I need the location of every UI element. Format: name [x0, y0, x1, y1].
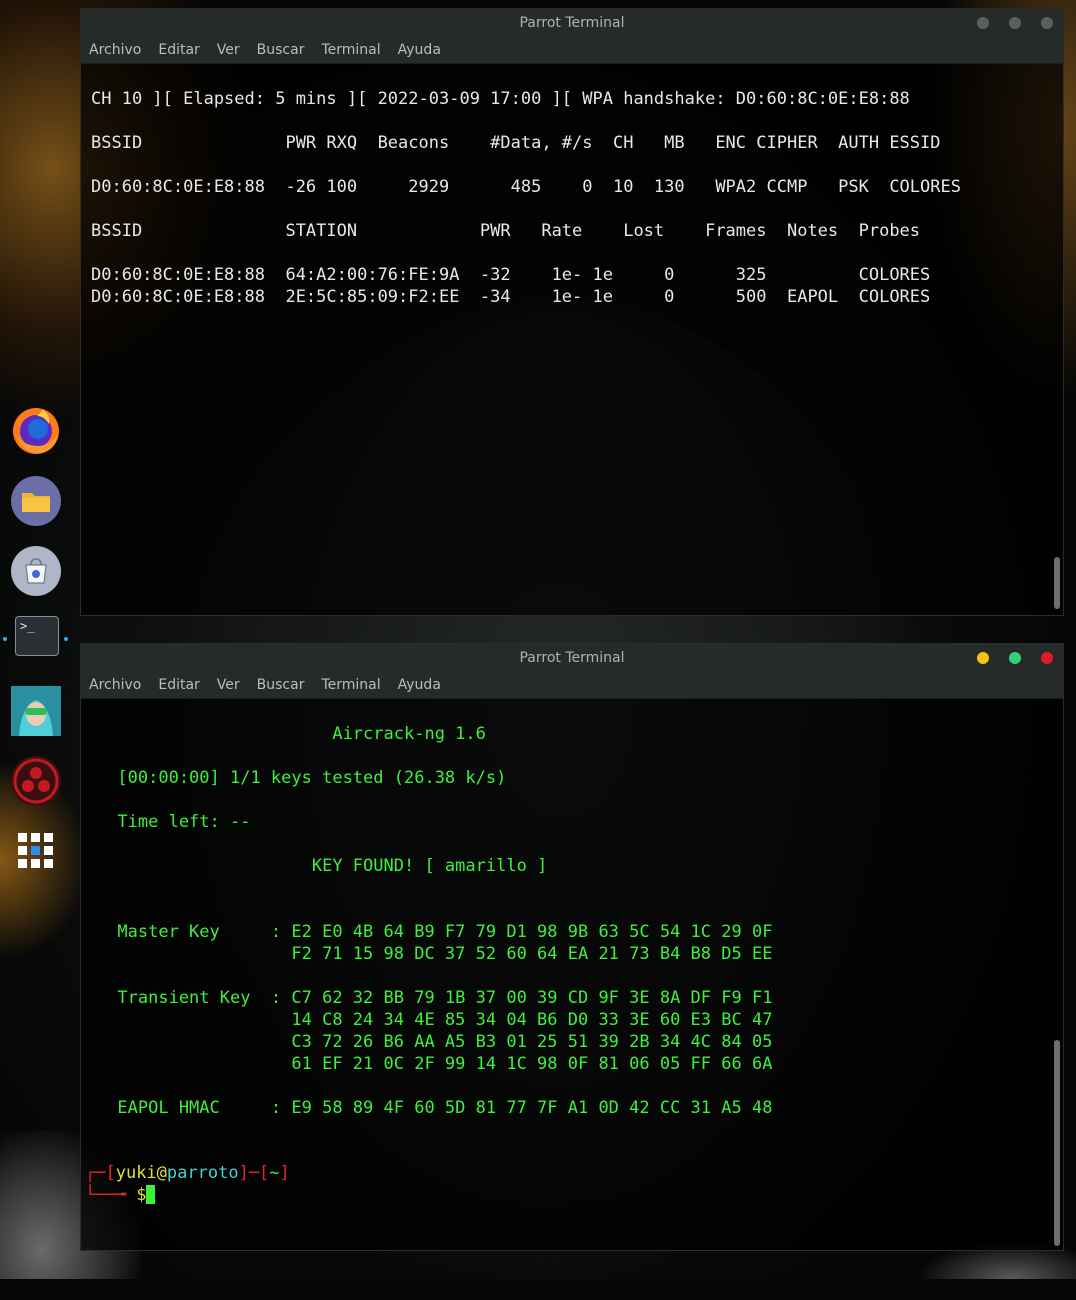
output-line: CH 10 ][ Elapsed: 5 mins ][ 2022-03-09 1… — [91, 89, 910, 109]
prompt-dir: ~ — [269, 1163, 280, 1183]
terminal-window-top[interactable]: Parrot Terminal Archivo Editar Ver Busca… — [80, 8, 1064, 616]
scrollbar[interactable] — [1054, 1040, 1060, 1246]
output-line: Time left: -- — [56, 812, 251, 832]
prompt-sep: ]─[ — [238, 1163, 270, 1183]
menu-buscar[interactable]: Buscar — [257, 42, 305, 58]
terminal-output[interactable]: CH 10 ][ Elapsed: 5 mins ][ 2022-03-09 1… — [91, 66, 1049, 308]
menu-archivo[interactable]: Archivo — [89, 677, 141, 693]
terminal-icon[interactable]: >_ — [15, 616, 59, 656]
window-title: Parrot Terminal — [519, 15, 625, 31]
menu-ayuda[interactable]: Ayuda — [398, 42, 441, 58]
store-icon[interactable] — [11, 546, 61, 596]
output-line: Master Key : E2 E0 4B 64 B9 F7 79 D1 98 … — [56, 922, 773, 942]
output-line: [00:00:00] 1/1 keys tested (26.38 k/s) — [56, 768, 507, 788]
maximize-button[interactable] — [1009, 17, 1021, 29]
menu-buscar[interactable]: Buscar — [257, 677, 305, 693]
menu-ayuda[interactable]: Ayuda — [398, 677, 441, 693]
minimize-button[interactable] — [977, 17, 989, 29]
output-line: F2 71 15 98 DC 37 52 60 64 EA 21 73 B4 B… — [56, 944, 773, 964]
menu-terminal[interactable]: Terminal — [321, 677, 380, 693]
prompt-host: parroto — [166, 1163, 239, 1183]
scrollbar[interactable] — [1054, 557, 1060, 609]
prompt-close: ] — [279, 1163, 290, 1183]
prompt-line-2: └──╼ $ — [85, 1184, 1049, 1206]
terminal-glyph: >_ — [20, 619, 35, 633]
output-line: D0:60:8C:0E:E8:88 2E:5C:85:09:F2:EE -34 … — [91, 287, 931, 307]
menubar: Archivo Editar Ver Buscar Terminal Ayuda — [81, 672, 1063, 699]
menu-ver[interactable]: Ver — [217, 42, 240, 58]
menu-editar[interactable]: Editar — [158, 677, 199, 693]
prompt-corner-bottom: └──╼ — [85, 1185, 137, 1205]
close-button[interactable] — [1041, 652, 1053, 664]
output-line: D0:60:8C:0E:E8:88 64:A2:00:76:FE:9A -32 … — [91, 265, 931, 285]
shell-prompt[interactable]: ┌─[yuki@parroto]─[~] └──╼ $ — [85, 1162, 1049, 1206]
prompt-symbol: $ — [136, 1185, 147, 1205]
prompt-user: yuki — [115, 1163, 157, 1183]
output-line: KEY FOUND! [ amarillo ] — [56, 856, 548, 876]
terminal-output[interactable]: Aircrack-ng 1.6 [00:00:00] 1/1 keys test… — [56, 701, 1049, 1163]
output-line: D0:60:8C:0E:E8:88 -26 100 2929 485 0 10 … — [91, 177, 961, 197]
menu-terminal[interactable]: Terminal — [321, 42, 380, 58]
menu-ver[interactable]: Ver — [217, 677, 240, 693]
output-line: BSSID PWR RXQ Beacons #Data, #/s CH MB E… — [91, 133, 941, 153]
menubar: Archivo Editar Ver Buscar Terminal Ayuda — [81, 37, 1063, 64]
output-line: Transient Key : C7 62 32 BB 79 1B 37 00 … — [56, 988, 773, 1008]
close-button[interactable] — [1041, 17, 1053, 29]
titlebar[interactable]: Parrot Terminal — [81, 9, 1063, 37]
grid-icon[interactable] — [11, 826, 61, 876]
output-line: 14 C8 24 34 4E 85 34 04 B6 D0 33 3E 60 E… — [56, 1010, 773, 1030]
maximize-button[interactable] — [1009, 652, 1021, 664]
titlebar[interactable]: Parrot Terminal — [81, 644, 1063, 672]
menu-archivo[interactable]: Archivo — [89, 42, 141, 58]
folder-icon[interactable] — [11, 476, 61, 526]
output-line: 61 EF 21 0C 2F 99 14 1C 98 0F 81 06 05 F… — [56, 1054, 773, 1074]
minimize-button[interactable] — [977, 652, 989, 664]
prompt-corner-top: ┌─[ — [85, 1163, 116, 1183]
prompt-at: @ — [156, 1163, 167, 1183]
parrot-icon[interactable] — [11, 756, 61, 806]
firefox-icon[interactable] — [11, 406, 61, 456]
prompt-line-1: ┌─[yuki@parroto]─[~] — [85, 1162, 1049, 1184]
avatar-icon[interactable] — [11, 686, 61, 736]
output-line: BSSID STATION PWR Rate Lost Frames Notes… — [91, 221, 921, 241]
output-line: C3 72 26 B6 AA A5 B3 01 25 51 39 2B 34 4… — [56, 1032, 773, 1052]
terminal-window-bottom[interactable]: Parrot Terminal Archivo Editar Ver Busca… — [80, 643, 1064, 1251]
window-title: Parrot Terminal — [519, 650, 625, 666]
output-line: EAPOL HMAC : E9 58 89 4F 60 5D 81 77 7F … — [56, 1098, 773, 1118]
menu-editar[interactable]: Editar — [158, 42, 199, 58]
output-line: Aircrack-ng 1.6 — [56, 724, 486, 744]
text-cursor — [146, 1185, 156, 1204]
